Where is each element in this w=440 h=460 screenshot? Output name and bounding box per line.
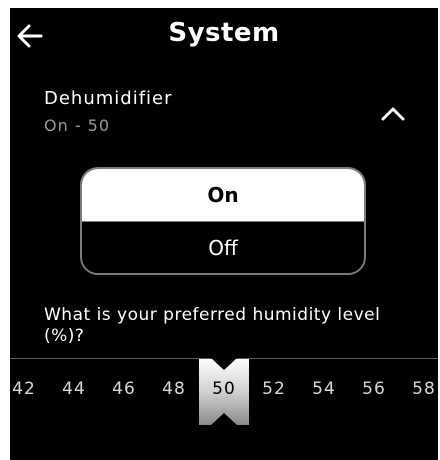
tick-46[interactable]: 46	[104, 379, 144, 399]
section-title: Dehumidifier	[44, 88, 173, 109]
tick-58[interactable]: 58	[404, 379, 438, 399]
selector-notch-top	[211, 358, 237, 370]
off-option[interactable]: Off	[82, 221, 364, 273]
on-off-toggle: On Off	[80, 167, 366, 275]
tick-52[interactable]: 52	[254, 379, 294, 399]
section-status: On - 50	[44, 116, 111, 135]
header: System	[10, 8, 438, 64]
tick-56[interactable]: 56	[354, 379, 394, 399]
on-option[interactable]: On	[82, 169, 364, 221]
tick-48[interactable]: 48	[154, 379, 194, 399]
tick-44[interactable]: 44	[54, 379, 94, 399]
selector-notch-bottom	[211, 413, 237, 425]
system-screen: System Dehumidifier On - 50 On Off What …	[10, 8, 438, 460]
tick-50[interactable]: 50	[204, 379, 244, 399]
humidity-question: What is your preferred humidity level (%…	[44, 305, 381, 346]
dehumidifier-section-header[interactable]: Dehumidifier On - 50	[10, 84, 438, 144]
tick-54[interactable]: 54	[304, 379, 344, 399]
chevron-up-icon[interactable]	[378, 98, 408, 128]
page-title: System	[168, 18, 280, 48]
humidity-scale[interactable]: 42 44 46 48 50 52 54 56 58	[10, 358, 438, 425]
tick-42[interactable]: 42	[10, 379, 44, 399]
